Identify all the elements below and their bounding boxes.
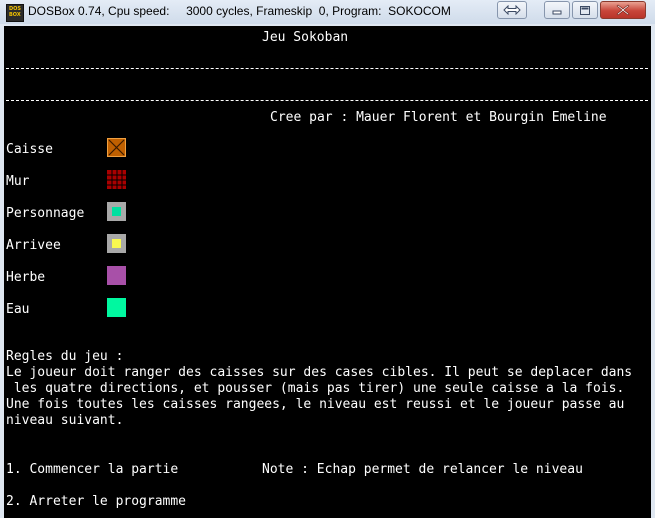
rules-line-3: Une fois toutes les caisses rangees, le …: [6, 397, 625, 412]
menu-note: Note : Echap permet de relancer le nivea…: [262, 462, 583, 477]
legend-label-personnage: Personnage: [6, 206, 85, 221]
credit-line: Cree par : Mauer Florent et Bourgin Emel…: [270, 110, 607, 125]
rules-line-4: niveau suivant.: [6, 413, 124, 428]
legend-label-caisse: Caisse: [6, 142, 53, 157]
resize-arrows-button[interactable]: [497, 1, 527, 19]
legend-label-arrivee: Arrivee: [6, 238, 61, 253]
separator-top: [6, 68, 648, 69]
wall-icon: [107, 170, 126, 189]
target-icon: [107, 234, 126, 253]
dosbox-window: DOS BOX DOSBox 0.74, Cpu speed: 3000 cyc…: [0, 0, 655, 518]
grass-icon: [107, 266, 126, 285]
maximize-button[interactable]: [572, 1, 598, 19]
dosbox-app-icon[interactable]: DOS BOX: [6, 4, 24, 22]
legend-label-mur: Mur: [6, 174, 30, 189]
crate-icon: [107, 138, 126, 157]
player-icon: [107, 202, 126, 221]
minimize-button[interactable]: [544, 1, 570, 19]
rules-line-1: Le joueur doit ranger des caisses sur de…: [6, 365, 633, 380]
legend-label-eau: Eau: [6, 302, 30, 317]
menu-start-game[interactable]: 1. Commencer la partie: [6, 462, 178, 478]
close-button[interactable]: [600, 1, 646, 19]
rules-title: Regles du jeu :: [6, 349, 124, 364]
separator-bottom: [6, 100, 648, 101]
app-icon-text-bottom: BOX: [9, 12, 21, 18]
legend-label-herbe: Herbe: [6, 270, 46, 285]
resize-arrows-icon: [503, 5, 521, 15]
program-header: Jeu Sokoban: [262, 30, 349, 45]
window-title: DOSBox 0.74, Cpu speed: 3000 cycles, Fra…: [28, 4, 451, 18]
title-bar[interactable]: DOS BOX DOSBox 0.74, Cpu speed: 3000 cyc…: [0, 0, 655, 24]
close-icon: [616, 4, 630, 16]
menu-stop-program[interactable]: 2. Arreter le programme: [6, 494, 186, 510]
water-icon: [107, 298, 126, 317]
maximize-icon: [580, 5, 590, 15]
rules-line-2: les quatre directions, et pousser (mais …: [6, 381, 625, 396]
minimize-icon: [552, 10, 562, 15]
dos-screen[interactable]: Jeu Sokoban Cree par : Mauer Florent et …: [4, 26, 651, 518]
